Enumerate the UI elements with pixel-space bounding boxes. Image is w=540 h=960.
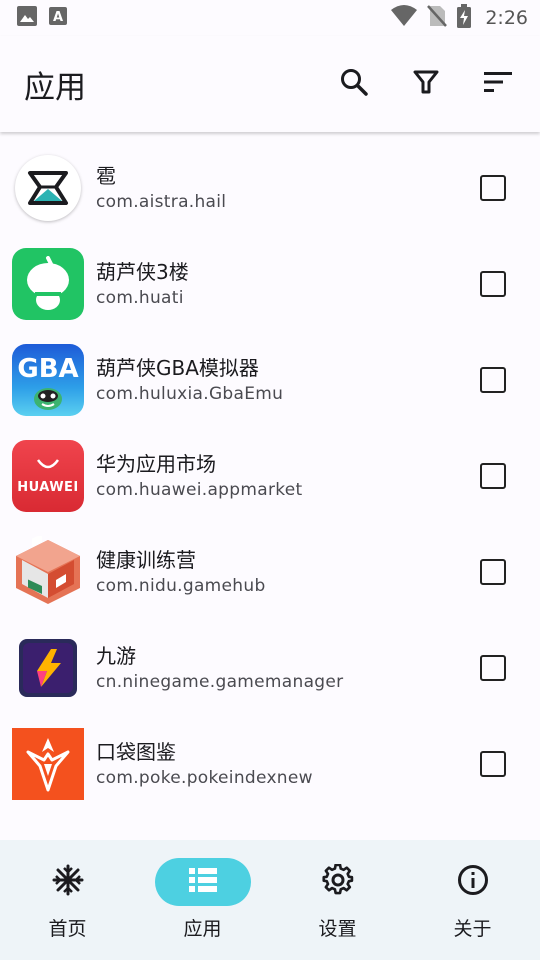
snowflake-icon (52, 864, 84, 900)
gba-icon: GBA (12, 344, 84, 416)
select-checkbox[interactable] (480, 175, 506, 201)
partial-app-icon (12, 824, 84, 840)
app-package: com.aistra.hail (96, 192, 227, 212)
app-package: com.poke.pokeindexnew (96, 768, 313, 788)
list-item[interactable]: HUAWEI 华为应用市场 com.huawei.appmarket (0, 428, 540, 524)
search-button[interactable] (336, 66, 372, 102)
app-name: 健康训练营 (96, 548, 196, 572)
room-cube-icon (12, 536, 84, 608)
nav-pill (290, 858, 386, 906)
status-bar: A 2:26 (0, 0, 540, 36)
app-name: 葫芦侠3楼 (96, 260, 189, 284)
app-list[interactable]: 雹 com.aistra.hail 葫芦侠3楼 com.huati GBA 葫芦… (0, 140, 540, 840)
app-name: 口袋图鉴 (96, 740, 176, 764)
pokeindex-icon (12, 728, 84, 800)
app-package: com.huati (96, 288, 184, 308)
sort-button[interactable] (480, 66, 516, 102)
battery-charging-icon (457, 4, 472, 32)
huawei-icon: HUAWEI (12, 440, 84, 512)
nav-item-settings[interactable]: 设置 (283, 858, 393, 941)
filter-icon (412, 68, 440, 100)
app-package: com.huluxia.GbaEmu (96, 384, 284, 404)
sort-icon (483, 70, 513, 98)
app-name: 葫芦侠GBA模拟器 (96, 356, 259, 380)
list-item[interactable]: 葫芦侠3楼 com.huati (0, 236, 540, 332)
page-title: 应用 (24, 69, 86, 106)
list-item[interactable]: GBA 葫芦侠GBA模拟器 com.huluxia.GbaEmu (0, 332, 540, 428)
gear-icon (321, 863, 354, 900)
app-package: cn.ninegame.gamemanager (96, 672, 344, 692)
info-icon (457, 864, 489, 900)
select-checkbox[interactable] (480, 367, 506, 393)
list-item[interactable]: 雹 com.aistra.hail (0, 140, 540, 236)
nav-item-apps[interactable]: 应用 (148, 858, 258, 941)
nav-item-home[interactable]: 首页 (13, 858, 123, 941)
select-checkbox[interactable] (480, 271, 506, 297)
app-name: 华为应用市场 (96, 452, 216, 476)
hail-logo-icon (15, 155, 81, 221)
clock: 2:26 (485, 7, 528, 29)
nav-label: 应用 (183, 918, 222, 940)
select-checkbox[interactable] (480, 751, 506, 777)
nav-label: 首页 (48, 918, 87, 940)
select-checkbox[interactable] (480, 559, 506, 585)
nav-item-about[interactable]: 关于 (418, 858, 528, 941)
svg-text:A: A (53, 10, 63, 25)
nav-pill (425, 858, 521, 906)
list-item[interactable]: 悟悟 (0, 812, 540, 840)
app-package: com.huawei.appmarket (96, 480, 303, 500)
list-item[interactable]: 健康训练营 com.nidu.gamehub (0, 524, 540, 620)
nav-pill (20, 858, 116, 906)
wifi-icon (391, 5, 418, 31)
select-checkbox[interactable] (480, 463, 506, 489)
font-a-icon: A (48, 6, 68, 30)
app-name: 九游 (96, 644, 136, 668)
list-icon (188, 867, 218, 897)
list-item[interactable]: 口袋图鉴 com.poke.pokeindexnew (0, 716, 540, 812)
no-sim-icon (427, 5, 448, 31)
nav-label: 关于 (453, 918, 492, 940)
huluxia-icon (12, 248, 84, 320)
select-checkbox[interactable] (480, 655, 506, 681)
nav-label: 设置 (318, 918, 357, 940)
app-name: 雹 (96, 164, 116, 188)
ninegame-icon (12, 632, 84, 704)
image-icon (16, 5, 38, 31)
list-item[interactable]: 九游 cn.ninegame.gamemanager (0, 620, 540, 716)
bottom-navigation: 首页 应用 设置 关于 (0, 840, 540, 960)
filter-button[interactable] (408, 66, 444, 102)
search-icon (339, 67, 369, 101)
nav-pill-active (154, 858, 251, 906)
huawei-icon-label: HUAWEI (17, 479, 79, 495)
gba-icon-label: GBA (17, 354, 79, 384)
app-package: com.nidu.gamehub (96, 576, 266, 596)
top-app-bar: 应用 (0, 36, 540, 132)
